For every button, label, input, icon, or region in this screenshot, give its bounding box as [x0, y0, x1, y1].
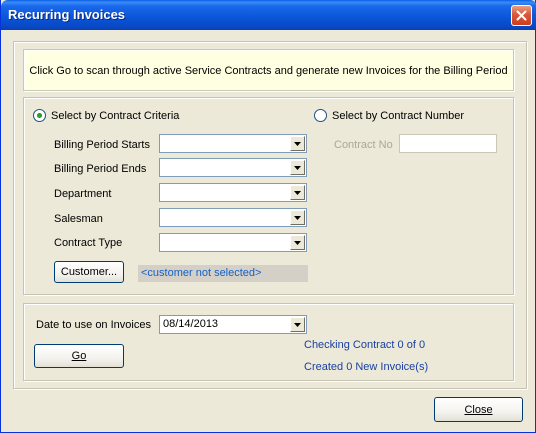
billing-period-starts-combo[interactable] — [159, 134, 307, 153]
select-by-criteria-label: Select by Contract Criteria — [51, 110, 180, 122]
dropdown-arrow-button[interactable] — [290, 317, 305, 332]
chevron-down-icon — [294, 322, 301, 327]
customer-display: <customer not selected> — [138, 265, 308, 282]
contract-type-combo[interactable] — [159, 233, 307, 252]
dropdown-arrow-button[interactable] — [290, 136, 305, 151]
dropdown-arrow-button[interactable] — [290, 235, 305, 250]
billing-period-starts-label: Billing Period Starts — [54, 139, 150, 151]
billing-period-ends-label: Billing Period Ends — [54, 163, 147, 175]
dropdown-arrow-button[interactable] — [290, 210, 305, 225]
go-button-label: Go — [71, 350, 87, 362]
status-checking: Checking Contract 0 of 0 — [304, 339, 426, 351]
window-close-button[interactable] — [511, 5, 532, 26]
chevron-down-icon — [294, 240, 301, 245]
window-title: Recurring Invoices — [8, 7, 126, 22]
dropdown-arrow-button[interactable] — [290, 185, 305, 200]
radio-select-by-criteria[interactable] — [33, 109, 46, 122]
chevron-down-icon — [294, 141, 301, 146]
invoice-date-combo[interactable]: 08/14/2013 — [159, 315, 307, 334]
info-banner: Click Go to scan through active Service … — [23, 49, 514, 91]
invoice-date-value: 08/14/2013 — [163, 318, 219, 330]
chevron-down-icon — [294, 215, 301, 220]
dropdown-arrow-button[interactable] — [290, 160, 305, 175]
status-created: Created 0 New Invoice(s) — [304, 361, 429, 373]
select-by-number-label: Select by Contract Number — [332, 110, 465, 122]
close-button[interactable]: Close — [434, 397, 523, 422]
department-combo[interactable] — [159, 183, 307, 202]
title-bar[interactable]: Recurring Invoices — [1, 0, 536, 30]
billing-period-ends-combo[interactable] — [159, 158, 307, 177]
date-to-use-label: Date to use on Invoices — [36, 319, 151, 331]
close-button-label: Close — [464, 403, 493, 416]
chevron-down-icon — [294, 190, 301, 195]
info-text: Click Go to scan through active Service … — [29, 65, 508, 77]
chevron-down-icon — [294, 165, 301, 170]
salesman-combo[interactable] — [159, 208, 307, 227]
radio-select-by-number[interactable] — [314, 109, 327, 122]
contract-no-input[interactable] — [399, 134, 497, 153]
customer-button[interactable]: Customer... — [54, 261, 124, 283]
close-icon — [516, 10, 527, 21]
recurring-invoices-window: Recurring Invoices Click Go to scan thro… — [0, 0, 536, 433]
go-button[interactable]: Go — [34, 344, 124, 368]
salesman-label: Salesman — [54, 213, 103, 225]
contract-type-label: Contract Type — [54, 237, 123, 249]
contract-no-label: Contract No — [334, 139, 393, 151]
department-label: Department — [54, 188, 112, 200]
